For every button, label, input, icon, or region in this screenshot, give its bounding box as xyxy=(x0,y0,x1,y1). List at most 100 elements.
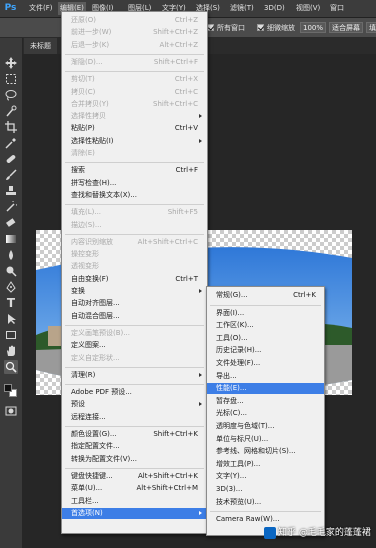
edit-menu-item[interactable]: 变换 xyxy=(62,286,207,297)
preferences-menu-item[interactable]: 暂存盘... xyxy=(207,396,324,407)
edit-menu-item[interactable]: 工具栏... xyxy=(62,496,207,507)
edit-menu-item[interactable]: 渐隐(D)... Shift+Ctrl+F xyxy=(62,57,207,68)
edit-menu-item[interactable]: 剪切(T) Ctrl+X xyxy=(62,74,207,85)
eraser-tool-icon[interactable] xyxy=(4,216,18,230)
menu-item-label: 单位与标尺(U)... xyxy=(216,434,269,443)
marquee-tool-icon[interactable] xyxy=(4,72,18,86)
rectangle-tool-icon[interactable] xyxy=(4,328,18,342)
edit-menu-item[interactable]: 粘贴(P) Ctrl+V xyxy=(62,123,207,134)
pen-tool-icon[interactable] xyxy=(4,280,18,294)
menu-filter[interactable]: 滤镜(T) xyxy=(228,2,256,15)
move-tool-icon[interactable] xyxy=(4,56,18,70)
zoom-tool-icon[interactable] xyxy=(4,360,18,374)
quick-select-tool-icon[interactable] xyxy=(4,104,18,118)
menu-separator xyxy=(65,53,204,55)
fill-screen-button[interactable]: 填充屏 xyxy=(366,22,376,33)
preferences-menu-item[interactable]: 3D(3)... xyxy=(207,484,324,495)
edit-menu-item[interactable]: 清理(R) xyxy=(62,370,207,381)
clone-stamp-tool-icon[interactable] xyxy=(4,184,18,198)
preferences-menu-item[interactable]: 文件处理(F)... xyxy=(207,358,324,369)
scrubby-zoom-checkbox[interactable] xyxy=(257,24,264,31)
foreground-color-swatch[interactable] xyxy=(4,384,12,392)
preferences-menu-item[interactable]: 技术预览(U)... xyxy=(207,497,324,508)
dodge-tool-icon[interactable] xyxy=(4,264,18,278)
menu-item-label: 暂存盘... xyxy=(216,396,244,405)
edit-menu-item[interactable]: 转换为配置文件(V)... xyxy=(62,454,207,465)
edit-menu-item[interactable]: 键盘快捷键... Alt+Shift+Ctrl+K xyxy=(62,471,207,482)
edit-menu-item[interactable]: 查找和替换文本(X)... xyxy=(62,190,207,201)
menu-separator xyxy=(65,384,204,386)
color-swatches[interactable] xyxy=(4,384,17,397)
preferences-menu-item[interactable]: 性能(E)... xyxy=(207,383,324,395)
edit-menu-item[interactable]: 颜色设置(G)... Shift+Ctrl+K xyxy=(62,429,207,440)
preferences-menu-item[interactable]: 常规(G)... Ctrl+K xyxy=(207,290,324,301)
quick-mask-icon[interactable] xyxy=(4,404,18,418)
crop-tool-icon[interactable] xyxy=(4,120,18,134)
edit-menu-item[interactable]: 指定配置文件... xyxy=(62,441,207,452)
menu-item-label: 历史记录(H)... xyxy=(216,346,262,355)
menu-item-label: 定义图案... xyxy=(71,341,106,350)
eyedropper-tool-icon[interactable] xyxy=(4,136,18,150)
menu-item-label: 文字(Y)... xyxy=(216,472,247,481)
edit-menu-item[interactable]: 描边(S)... xyxy=(62,220,207,231)
edit-menu-item[interactable]: Adobe PDF 预设... xyxy=(62,387,207,398)
edit-menu-item[interactable]: 定义自定形状... xyxy=(62,353,207,364)
edit-menu-item[interactable]: 自动混合图层... xyxy=(62,311,207,322)
preferences-menu-item[interactable]: Camera Raw(W)... xyxy=(207,514,324,525)
edit-menu-item[interactable]: 定义图案... xyxy=(62,340,207,351)
menu-window[interactable]: 窗口 xyxy=(328,2,346,15)
gradient-tool-icon[interactable] xyxy=(4,232,18,246)
edit-menu-item[interactable]: 透视变形 xyxy=(62,261,207,272)
menu-file[interactable]: 文件(F) xyxy=(27,2,55,15)
healing-brush-tool-icon[interactable] xyxy=(4,152,18,166)
menu-3d[interactable]: 3D(D) xyxy=(262,2,287,15)
menu-item-shortcut: Alt+Ctrl+Z xyxy=(159,40,198,49)
edit-menu-item[interactable]: 预设 xyxy=(62,399,207,410)
path-selection-tool-icon[interactable] xyxy=(4,312,18,326)
brush-tool-icon[interactable] xyxy=(4,168,18,182)
edit-menu-item[interactable]: 菜单(U)... Alt+Shift+Ctrl+M xyxy=(62,483,207,494)
edit-menu-item[interactable]: 拷贝(C) Ctrl+C xyxy=(62,87,207,98)
menu-item-label: 键盘快捷键... xyxy=(71,471,113,480)
preferences-menu-item[interactable]: 参考线、网格和切片(S)... xyxy=(207,446,324,457)
fit-screen-button[interactable]: 适合屏幕 xyxy=(329,22,363,33)
preferences-menu-item[interactable]: 工具(O)... xyxy=(207,333,324,344)
edit-menu-item[interactable]: 清除(E) xyxy=(62,148,207,159)
edit-menu-item[interactable]: 远程连接... xyxy=(62,412,207,423)
preferences-menu-item[interactable]: 单位与标尺(U)... xyxy=(207,434,324,445)
preferences-menu-item[interactable]: 透明度与色域(T)... xyxy=(207,421,324,432)
menu-view[interactable]: 视图(V) xyxy=(294,2,322,15)
edit-menu-item[interactable]: 拼写检查(H)... xyxy=(62,178,207,189)
edit-menu-item[interactable]: 选择性粘贴(I) xyxy=(62,136,207,147)
all-windows-checkbox[interactable] xyxy=(207,24,214,31)
edit-menu-item[interactable]: 自动对齐图层... xyxy=(62,298,207,309)
edit-menu-item[interactable]: 后退一步(K) Alt+Ctrl+Z xyxy=(62,40,207,51)
blur-tool-icon[interactable] xyxy=(4,248,18,262)
lasso-tool-icon[interactable] xyxy=(4,88,18,102)
edit-menu-item[interactable]: 操控变形 xyxy=(62,249,207,260)
preferences-menu-item[interactable]: 增效工具(P)... xyxy=(207,459,324,470)
preferences-menu-item[interactable]: 工作区(K)... xyxy=(207,320,324,331)
history-brush-tool-icon[interactable] xyxy=(4,200,18,214)
hand-tool-icon[interactable] xyxy=(4,344,18,358)
document-tab[interactable]: 未标题 xyxy=(24,38,57,54)
edit-menu-item[interactable]: 合并拷贝(Y) Shift+Ctrl+C xyxy=(62,99,207,110)
edit-menu-item[interactable]: 填充(L)... Shift+F5 xyxy=(62,207,207,218)
preferences-menu-item[interactable]: 历史记录(H)... xyxy=(207,345,324,356)
edit-menu-item[interactable]: 选择性拷贝 xyxy=(62,111,207,122)
preferences-menu-item[interactable]: 导出... xyxy=(207,371,324,382)
preferences-menu-item[interactable]: 光标(C)... xyxy=(207,408,324,419)
edit-menu-item[interactable]: 搜索 Ctrl+F xyxy=(62,165,207,176)
edit-menu-item[interactable]: 前进一步(W) Shift+Ctrl+Z xyxy=(62,27,207,38)
edit-menu-item[interactable]: 还原(O) Ctrl+Z xyxy=(62,15,207,26)
zoom-value-button[interactable]: 100% xyxy=(300,22,326,33)
edit-menu-item[interactable]: 内容识别缩放 Alt+Shift+Ctrl+C xyxy=(62,237,207,248)
preferences-menu-item[interactable]: 界面(I)... xyxy=(207,308,324,319)
menu-item-label: 透明度与色域(T)... xyxy=(216,422,275,430)
preferences-menu-item[interactable]: 文字(Y)... xyxy=(207,471,324,482)
edit-menu-item[interactable]: 首选项(N) xyxy=(62,507,207,519)
type-tool-icon[interactable]: T xyxy=(4,296,18,310)
edit-menu-item[interactable]: 定义画笔预设(B)... xyxy=(62,328,207,339)
edit-menu-item[interactable]: 自由变换(F) Ctrl+T xyxy=(62,274,207,285)
menu-separator xyxy=(65,426,204,427)
